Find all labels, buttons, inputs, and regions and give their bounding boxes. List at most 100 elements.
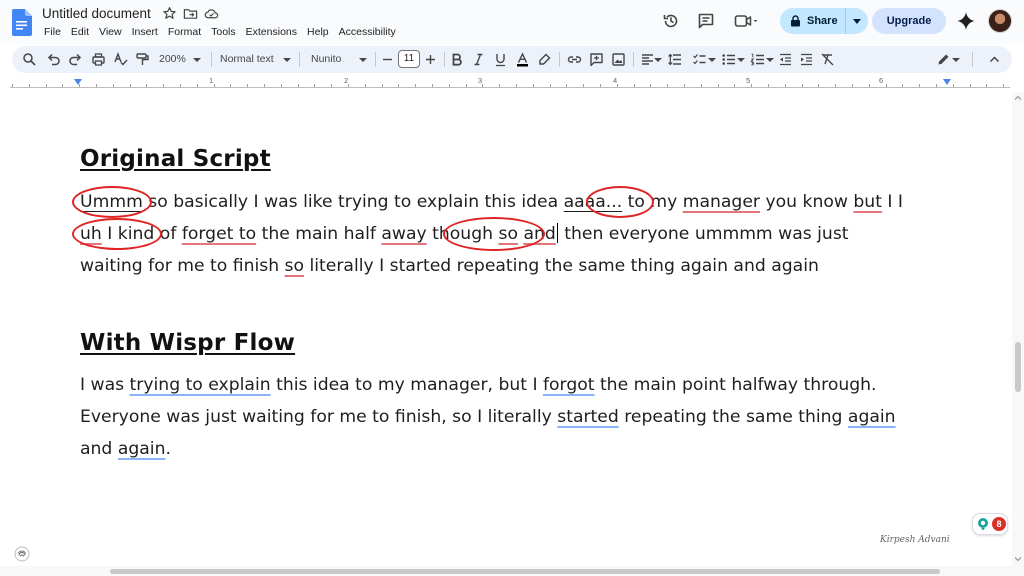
ruler-tick (667, 84, 668, 87)
numbered-caret-icon[interactable] (766, 52, 774, 67)
document-page[interactable]: Original Script Ummm so basically I was … (0, 92, 1010, 566)
scroll-up-arrow-icon[interactable] (1012, 92, 1024, 104)
document-title[interactable]: Untitled document (42, 6, 151, 21)
line-spacing-icon[interactable] (667, 52, 682, 67)
font-select[interactable]: Nunito (311, 52, 341, 67)
align-caret-icon[interactable] (654, 52, 662, 67)
move-folder-icon[interactable] (183, 6, 198, 21)
font-caret-icon[interactable] (359, 52, 367, 67)
decrease-font-size-icon[interactable] (380, 52, 395, 67)
search-menus-icon[interactable] (22, 52, 37, 67)
menu-edit[interactable]: Edit (66, 25, 94, 39)
ruler-tick (230, 84, 231, 87)
user-avatar[interactable] (988, 9, 1012, 33)
ruler-tick (180, 84, 181, 87)
bold-icon[interactable] (449, 52, 464, 67)
align-left-icon[interactable] (640, 52, 655, 67)
menu-accessibility[interactable]: Accessibility (334, 25, 401, 39)
formatting-toolbar: 200% Normal text Nunito 11 (12, 46, 1012, 73)
bulleted-list-icon[interactable] (721, 52, 736, 67)
add-comment-icon[interactable] (589, 52, 604, 67)
ruler-number: 1 (209, 76, 214, 85)
text-run: waiting for me to finish (80, 256, 285, 276)
ruler-tick (113, 84, 114, 87)
horizontal-scroll-thumb[interactable] (110, 569, 940, 574)
menu-insert[interactable]: Insert (127, 25, 163, 39)
version-history-icon[interactable] (662, 12, 680, 30)
toolbar-divider (299, 52, 300, 67)
docs-logo-icon[interactable] (12, 9, 32, 36)
menu-tools[interactable]: Tools (206, 25, 241, 39)
hide-menus-chevron-up-icon[interactable] (987, 52, 1002, 67)
insert-image-icon[interactable] (611, 52, 626, 67)
wispr-line-2: Everyone was just waiting for me to fini… (80, 401, 896, 433)
grammar-suggestion-word[interactable]: again (118, 439, 166, 459)
spellcheck-icon[interactable] (113, 52, 128, 67)
editing-mode-caret-icon[interactable] (952, 52, 960, 67)
extension-logo-icon[interactable] (976, 517, 990, 531)
print-icon[interactable] (91, 52, 106, 67)
horizontal-ruler[interactable]: 1 2 3 4 5 6 (0, 76, 1024, 92)
increase-font-size-icon[interactable] (423, 52, 438, 67)
horizontal-scrollbar[interactable] (0, 566, 1024, 576)
zoom-select[interactable]: 200% (159, 52, 186, 67)
paint-format-icon[interactable] (135, 52, 150, 67)
fingerprint-icon[interactable] (14, 546, 30, 562)
share-button[interactable]: Share (780, 8, 868, 34)
ruler-tick (432, 84, 433, 87)
grammar-suggestion-word[interactable]: started (557, 407, 619, 427)
editing-mode-pencil-icon[interactable] (936, 52, 951, 67)
paragraph-style-select[interactable]: Normal text (220, 52, 274, 67)
vertical-scrollbar[interactable] (1012, 92, 1024, 566)
annotation-circle-ummm (72, 186, 152, 218)
font-size-input[interactable]: 11 (398, 50, 420, 68)
zoom-caret-icon[interactable] (193, 52, 201, 67)
text-run: repeating the same thing (618, 407, 848, 427)
italic-icon[interactable] (471, 52, 486, 67)
star-icon[interactable] (162, 6, 177, 21)
checklist-icon[interactable] (692, 52, 707, 67)
toolbar-divider (972, 52, 973, 67)
cloud-saved-icon[interactable] (204, 6, 219, 21)
text-color-icon[interactable] (515, 52, 530, 67)
grammar-suggestion-word[interactable]: forgot (543, 375, 595, 395)
grammar-suggestion-word[interactable]: again (848, 407, 896, 427)
left-indent-marker[interactable] (74, 79, 82, 85)
gemini-sparkle-icon[interactable] (956, 11, 976, 31)
right-indent-marker[interactable] (943, 79, 951, 85)
ruler-tick (953, 84, 954, 87)
checklist-caret-icon[interactable] (708, 52, 716, 67)
increase-indent-icon[interactable] (799, 52, 814, 67)
underline-icon[interactable] (493, 52, 508, 67)
menu-view[interactable]: View (94, 25, 127, 39)
insert-link-icon[interactable] (567, 52, 582, 67)
spell-error-word[interactable]: forget to (182, 224, 256, 244)
clear-formatting-icon[interactable] (820, 52, 835, 67)
menu-file[interactable]: File (42, 25, 66, 39)
meet-video-icon[interactable] (734, 12, 758, 30)
spell-error-word[interactable]: so (285, 256, 304, 276)
scroll-down-arrow-icon[interactable] (1012, 553, 1024, 565)
bullet-caret-icon[interactable] (737, 52, 745, 67)
ruler-baseline (10, 87, 1010, 88)
grammar-suggestion-word[interactable]: trying to explain (130, 375, 271, 395)
share-options-button[interactable] (846, 8, 868, 34)
ruler-tick (214, 84, 215, 87)
menu-extensions[interactable]: Extensions (241, 25, 302, 39)
vertical-scroll-thumb[interactable] (1015, 342, 1021, 392)
redo-icon[interactable] (68, 52, 83, 67)
spell-error-word[interactable]: away (381, 224, 426, 244)
menu-help[interactable]: Help (302, 25, 334, 39)
undo-icon[interactable] (46, 52, 61, 67)
spell-error-word[interactable]: manager (683, 192, 760, 212)
comments-icon[interactable] (697, 12, 715, 30)
decrease-indent-icon[interactable] (778, 52, 793, 67)
numbered-list-icon[interactable] (750, 52, 765, 67)
share-main[interactable]: Share (780, 8, 846, 34)
style-caret-icon[interactable] (283, 52, 291, 67)
menu-format[interactable]: Format (163, 25, 206, 39)
upgrade-button[interactable]: Upgrade (872, 8, 946, 34)
ruler-tick (331, 84, 332, 87)
highlight-color-icon[interactable] (537, 52, 552, 67)
spell-error-word[interactable]: but (853, 192, 882, 212)
